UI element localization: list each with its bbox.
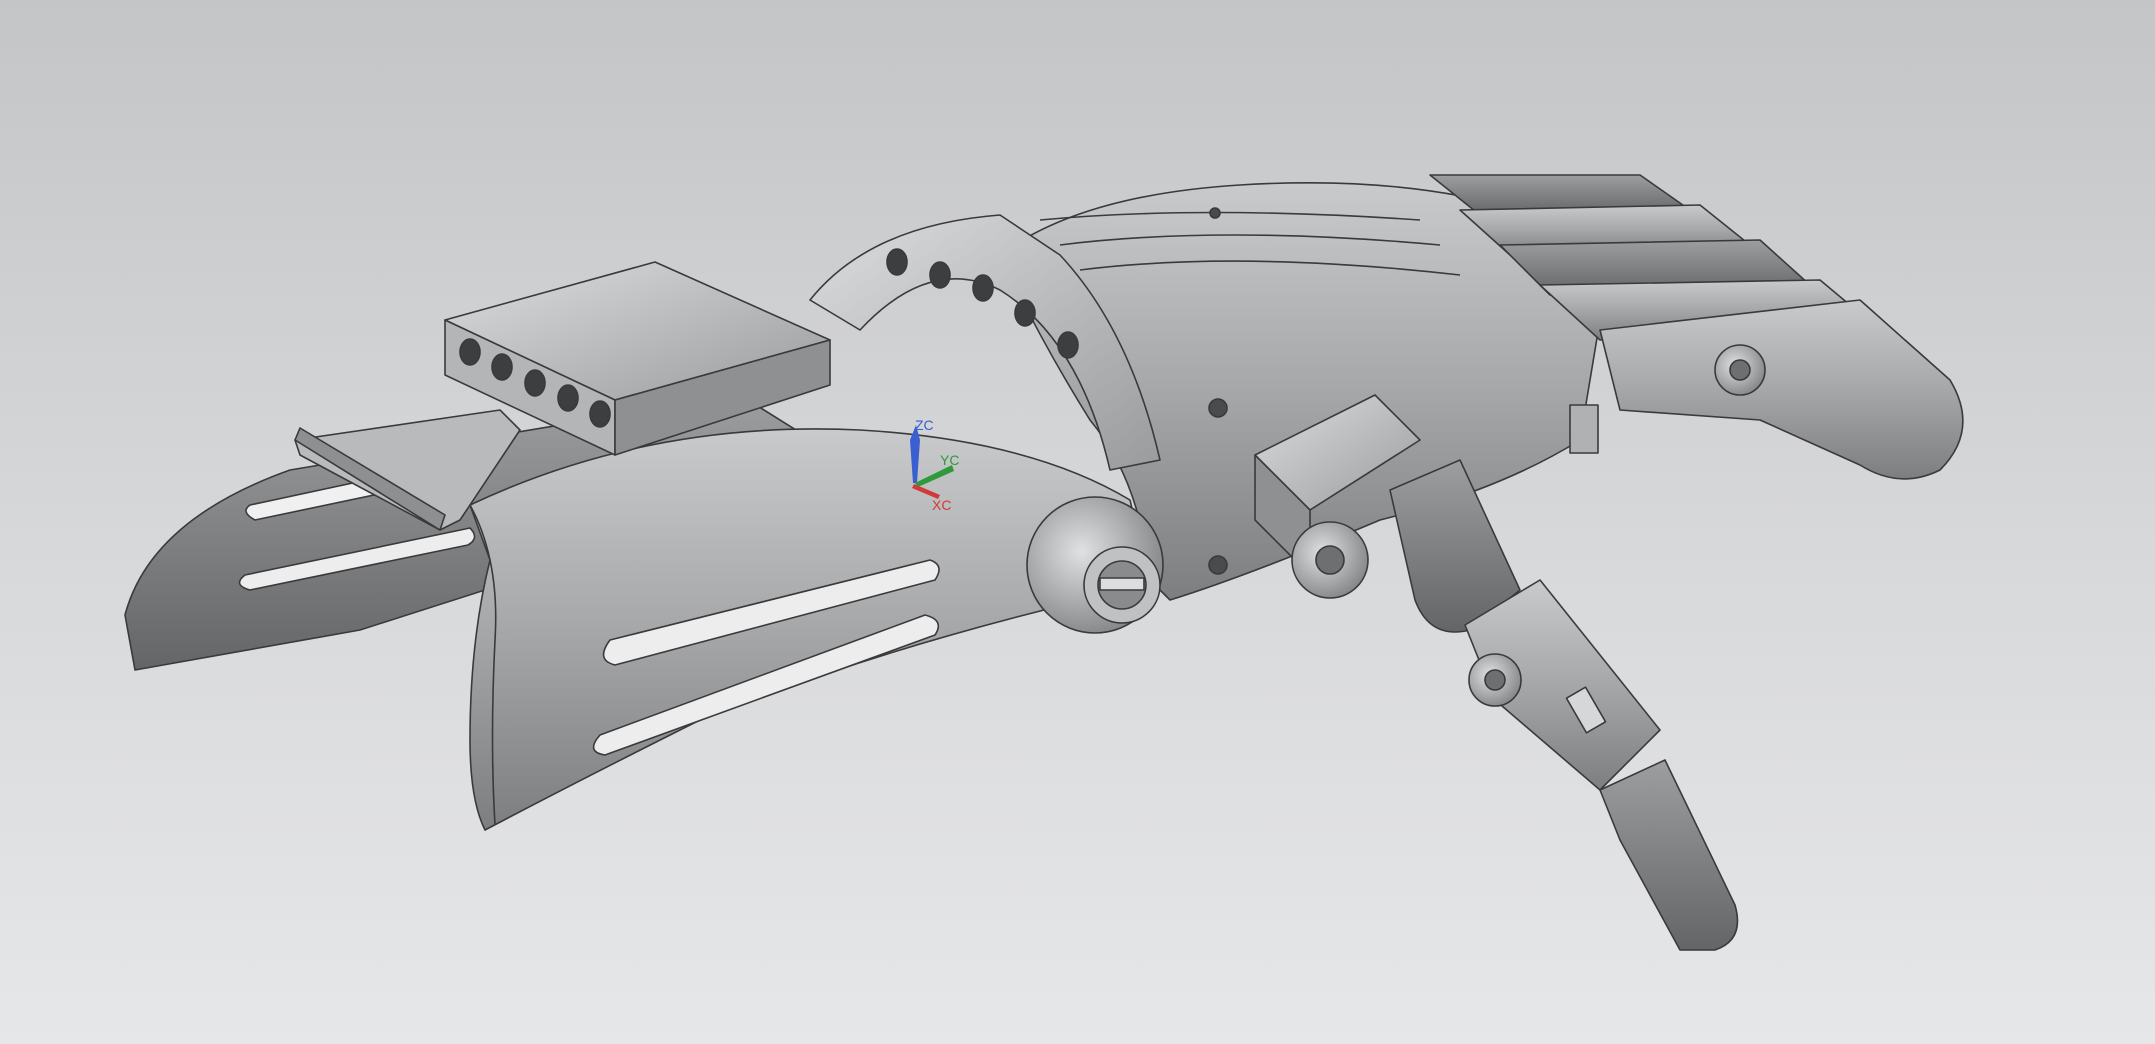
z-axis-arrow <box>910 425 920 483</box>
y-axis-arrow <box>915 465 954 487</box>
x-axis-label: XC <box>932 497 952 513</box>
coordinate-triad: ZC YC XC <box>880 405 990 515</box>
thumb <box>1389 459 1739 951</box>
z-axis-label: ZC <box>915 417 934 433</box>
prosthetic-hand-model[interactable] <box>0 0 2155 1044</box>
graphics-viewport[interactable]: ZC YC XC <box>0 0 2155 1044</box>
y-axis-label: YC <box>940 452 960 468</box>
gauntlet-near-shell <box>469 428 1151 831</box>
